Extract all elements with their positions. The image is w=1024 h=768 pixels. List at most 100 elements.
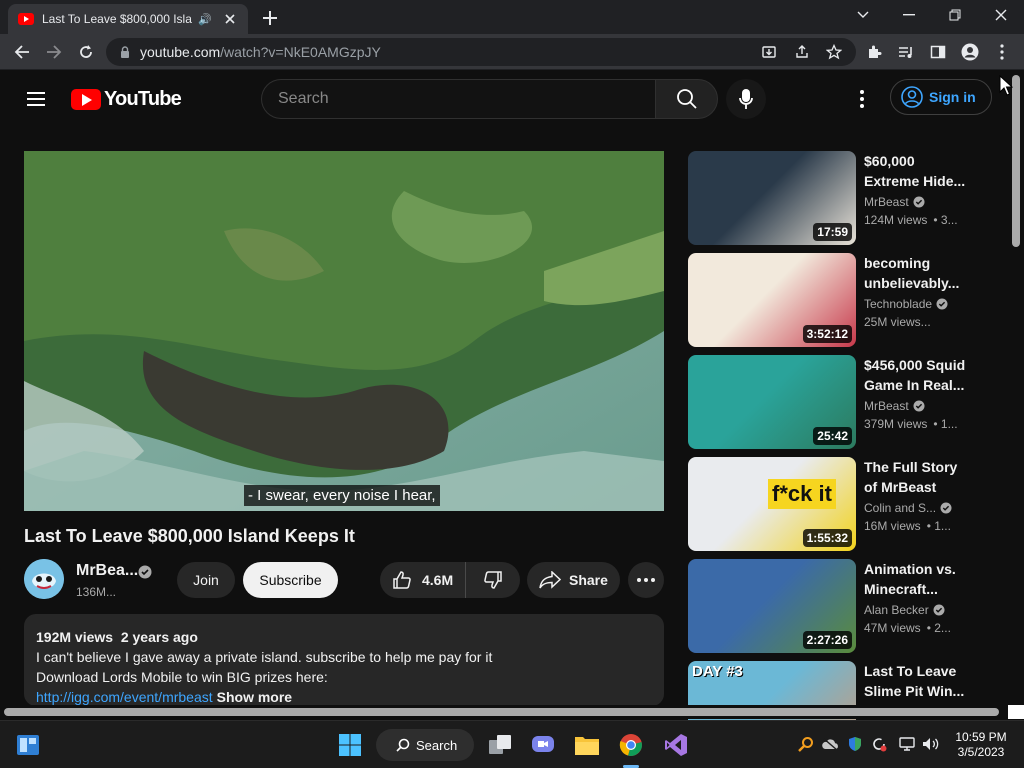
file-explorer-icon[interactable]: [571, 729, 603, 761]
system-clock[interactable]: 10:59 PM 3/5/2023: [948, 730, 1014, 760]
recommended-channel-name[interactable]: MrBeast: [864, 399, 925, 413]
restore-icon[interactable]: [932, 0, 978, 30]
recommended-video[interactable]: f*ck it 1:55:32 The Full Story of MrBeast Co…: [688, 457, 978, 551]
recommended-video-title[interactable]: The Full Story of MrBeast: [864, 457, 968, 497]
address-bar[interactable]: youtube.com/watch?v=NkE0AMGzpJY: [106, 38, 856, 66]
hamburger-menu-icon[interactable]: [24, 87, 48, 111]
visual-studio-icon[interactable]: [660, 729, 692, 761]
voice-search-button[interactable]: [726, 79, 766, 119]
verified-badge-icon: [138, 565, 152, 579]
share-button[interactable]: Share: [527, 562, 620, 598]
back-icon[interactable]: [10, 40, 34, 64]
recommended-video[interactable]: 3:52:12 becoming unbelievably... Technoblad…: [688, 253, 978, 347]
recommended-view-count: 25M views...: [864, 315, 931, 329]
thumbnail-text: f*ck it: [768, 479, 836, 509]
search-icon: [676, 89, 697, 109]
description-box[interactable]: 192M views 2 years ago I can't believe I…: [24, 614, 664, 706]
youtube-favicon-icon: [18, 13, 34, 25]
recommended-view-count: 47M views • 2...: [864, 621, 951, 635]
like-button[interactable]: 4.6M: [380, 562, 466, 598]
recommended-video-title[interactable]: $456,000 Squid Game In Real...: [864, 355, 968, 395]
recommended-video[interactable]: 25:42 $456,000 Squid Game In Real... MrBeas…: [688, 355, 978, 449]
like-dislike-group: 4.6M: [380, 562, 520, 598]
close-window-icon[interactable]: [978, 0, 1024, 30]
browser-tabstrip: Last To Leave $800,000 Island Keeps It 🔊: [0, 0, 1024, 34]
search-button[interactable]: [655, 79, 718, 119]
sync-icon[interactable]: [870, 735, 888, 753]
teams-chat-icon[interactable]: [527, 729, 559, 761]
scrollbar-corner: [1008, 705, 1024, 719]
horizontal-scrollbar-thumb[interactable]: [4, 708, 999, 716]
windows-start-icon[interactable]: [334, 729, 366, 761]
channel-avatar[interactable]: [24, 559, 64, 599]
recommended-video[interactable]: 17:59 $60,000 Extreme Hide... MrBeast 124M v…: [688, 151, 978, 245]
video-thumbnail[interactable]: 25:42: [688, 355, 856, 449]
video-duration: 25:42: [813, 427, 852, 445]
search-container: [261, 79, 656, 119]
recommended-video-title[interactable]: becoming unbelievably...: [864, 253, 968, 293]
video-thumbnail[interactable]: f*ck it 1:55:32: [688, 457, 856, 551]
media-controls-icon[interactable]: [894, 40, 918, 64]
volume-icon[interactable]: [922, 735, 940, 753]
youtube-logo[interactable]: YouTube: [71, 88, 182, 111]
task-view-icon[interactable]: [484, 729, 516, 761]
chrome-icon[interactable]: [615, 729, 647, 761]
windows-taskbar: Search 10:59 PM 3/5/2023: [0, 720, 1024, 768]
thumbs-up-icon: [393, 571, 411, 589]
vertical-scrollbar-thumb[interactable]: [1012, 75, 1020, 247]
thumbnail-text: DAY #3: [692, 663, 743, 680]
url-text: youtube.com/watch?v=NkE0AMGzpJY: [140, 44, 381, 60]
verified-badge-icon: [933, 604, 945, 616]
onedrive-icon[interactable]: [821, 735, 839, 753]
more-actions-button[interactable]: [628, 562, 664, 598]
bookmark-star-icon[interactable]: [822, 40, 846, 64]
network-icon[interactable]: [898, 735, 916, 753]
description-line: Download Lords Mobile to win BIG prizes …: [36, 669, 328, 685]
horizontal-scrollbar[interactable]: [0, 705, 1008, 719]
recommended-channel-name[interactable]: Alan Becker: [864, 603, 945, 617]
widgets-icon[interactable]: [12, 729, 44, 761]
speaker-icon[interactable]: 🔊: [198, 13, 212, 26]
description-link[interactable]: http://igg.com/event/mrbeast: [36, 689, 213, 705]
video-thumbnail[interactable]: 17:59: [688, 151, 856, 245]
recommended-video-title[interactable]: Last To Leave Slime Pit Win...: [864, 661, 968, 701]
channel-name[interactable]: MrBea...: [76, 562, 138, 580]
security-shield-icon[interactable]: [846, 735, 864, 753]
recommended-video-title[interactable]: $60,000 Extreme Hide...: [864, 151, 968, 191]
install-app-icon[interactable]: [757, 40, 781, 64]
taskbar-search-button[interactable]: Search: [376, 729, 474, 761]
video-player[interactable]: [24, 151, 664, 511]
new-tab-icon[interactable]: [258, 6, 282, 30]
sign-in-button[interactable]: Sign in: [890, 79, 992, 115]
tab-search-chevron-icon[interactable]: [840, 0, 886, 30]
extensions-icon[interactable]: [862, 40, 886, 64]
profile-icon[interactable]: [958, 40, 982, 64]
browser-menu-icon[interactable]: [990, 40, 1014, 64]
video-thumbnail[interactable]: 2:27:26: [688, 559, 856, 653]
recommended-channel-name[interactable]: Colin and S...: [864, 501, 952, 515]
description-meta: 192M views 2 years ago: [36, 629, 198, 645]
vertical-scrollbar[interactable]: [1008, 71, 1024, 705]
minimize-icon[interactable]: [886, 0, 932, 30]
dislike-button[interactable]: [466, 562, 520, 598]
lock-icon[interactable]: [120, 46, 130, 58]
video-thumbnail[interactable]: 3:52:12: [688, 253, 856, 347]
recommended-channel-name[interactable]: Technoblade: [864, 297, 948, 311]
browser-tab[interactable]: Last To Leave $800,000 Island Keeps It 🔊: [8, 4, 248, 34]
settings-more-icon[interactable]: [850, 87, 874, 111]
search-tray-icon[interactable]: [797, 735, 815, 753]
tab-close-icon[interactable]: [222, 11, 238, 27]
side-panel-icon[interactable]: [926, 40, 950, 64]
recommended-channel-name[interactable]: MrBeast: [864, 195, 925, 209]
recommended-video-title[interactable]: Animation vs. Minecraft...: [864, 559, 968, 599]
search-input[interactable]: [278, 90, 638, 108]
subscribe-button[interactable]: Subscribe: [243, 562, 338, 598]
recommended-video[interactable]: 2:27:26 Animation vs. Minecraft... Alan Bec…: [688, 559, 978, 653]
share-page-icon[interactable]: [790, 40, 814, 64]
forward-icon[interactable]: [42, 40, 66, 64]
join-button[interactable]: Join: [177, 562, 235, 598]
reload-icon[interactable]: [74, 40, 98, 64]
description-link-line: http://igg.com/event/mrbeast Show more: [36, 687, 652, 706]
show-more-button[interactable]: Show more: [217, 689, 292, 705]
description-line: I can't believe I gave away a private is…: [36, 649, 493, 665]
